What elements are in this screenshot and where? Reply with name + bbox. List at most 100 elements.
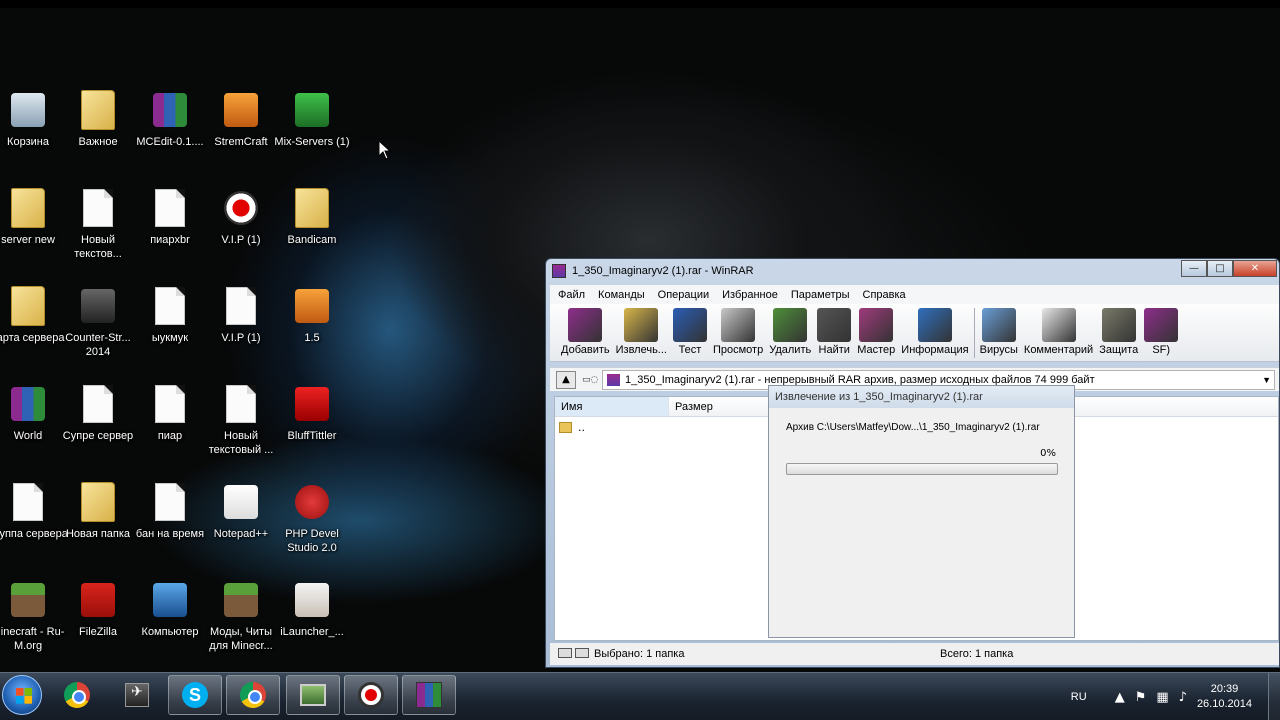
taskbar-winrar[interactable] — [402, 675, 456, 715]
extract-dialog[interactable]: Извлечение из 1_350_Imaginaryv2 (1).rar … — [768, 385, 1075, 638]
folder-icon-glyph — [81, 482, 115, 522]
desktop-icon[interactable]: MCEdit-0.1.... — [132, 88, 208, 178]
desktop-icon[interactable]: Корзина — [0, 88, 66, 178]
desktop-icon[interactable]: Компьютер — [132, 578, 208, 668]
desktop-icon[interactable]: пиар — [132, 382, 208, 472]
desktop-icon[interactable]: iLauncher_... — [274, 578, 350, 668]
maximize-button[interactable]: □ — [1207, 260, 1233, 277]
desktop-icon[interactable]: server new — [0, 186, 66, 276]
menu-operations[interactable]: Операции — [658, 289, 709, 301]
network-icon[interactable]: ▦ — [1156, 690, 1168, 705]
menu-commands[interactable]: Команды — [598, 289, 645, 301]
folder-icon — [78, 88, 118, 132]
desktop-icon-label: iLauncher_... — [280, 626, 344, 638]
winrar-icon — [552, 264, 566, 278]
desktop-icon[interactable]: Важное — [60, 88, 136, 178]
toolbar-button[interactable]: Вирусы — [977, 304, 1021, 361]
menu-favorites[interactable]: Избранное — [722, 289, 778, 301]
desktop-icon[interactable]: Notepad++ — [203, 480, 279, 570]
toolbar-button[interactable]: Добавить — [558, 304, 613, 361]
toolbar-button[interactable]: SF) — [1141, 304, 1181, 361]
dialog-title[interactable]: Извлечение из 1_350_Imaginaryv2 (1).rar — [769, 386, 1074, 408]
desktop-icon[interactable]: Моды, Читы для Minecr... — [203, 578, 279, 668]
toolbar-button[interactable]: Просмотр — [710, 304, 766, 361]
folder-icon-glyph — [11, 188, 45, 228]
desktop-icon[interactable]: 1.5 — [274, 284, 350, 374]
taskbar-bandicam[interactable] — [344, 675, 398, 715]
toolbar-icon — [859, 308, 894, 342]
status-selected: Выбрано: 1 папка — [594, 648, 685, 660]
clock[interactable]: 20:39 26.10.2014 — [1197, 682, 1252, 712]
toolbar-button[interactable]: Найти — [814, 304, 854, 361]
taskbar-chrome-2[interactable] — [226, 675, 280, 715]
desktop-icon[interactable]: FileZilla — [60, 578, 136, 668]
text-document-icon — [221, 284, 261, 328]
desktop-icon-label: StremCraft — [214, 136, 268, 148]
desktop-icon[interactable]: V.I.P (1) — [203, 186, 279, 276]
show-hidden-icons[interactable]: ▲ — [1115, 690, 1125, 705]
top-strip — [0, 0, 1280, 8]
start-button[interactable] — [2, 675, 42, 715]
menu-options[interactable]: Параметры — [791, 289, 850, 301]
desktop-icon[interactable]: ыукмук — [132, 284, 208, 374]
toolbar-button[interactable]: Мастер — [854, 304, 898, 361]
computer-icon-glyph — [153, 583, 187, 617]
desktop-icon[interactable]: V.I.P (1) — [203, 284, 279, 374]
desktop-icon[interactable]: Супре сервер — [60, 382, 136, 472]
desktop-icon[interactable]: Counter-Str... 2014 — [60, 284, 136, 374]
desktop-icon[interactable]: StremCraft — [203, 88, 279, 178]
chevron-down-icon[interactable]: ▼ — [1262, 371, 1271, 389]
toolbar-button[interactable]: Информация — [898, 304, 971, 361]
toolbar-label: Комментарий — [1023, 344, 1094, 356]
minimize-button[interactable]: — — [1181, 260, 1207, 277]
toolbar-label: Добавить — [561, 344, 610, 356]
desktop-icon[interactable]: Новая папка — [60, 480, 136, 570]
toolbar-label: SF) — [1152, 344, 1171, 356]
desktop-icon-label: Новый текстов... — [74, 234, 122, 260]
desktop-icon[interactable]: Minecraft - Ru-M.org — [0, 578, 66, 668]
desktop-icon[interactable]: бан на время — [132, 480, 208, 570]
taskbar-skype[interactable]: S — [168, 675, 222, 715]
toolbar-button[interactable]: Защита — [1096, 304, 1141, 361]
toolbar-label: Вирусы — [979, 344, 1018, 356]
folder-icon — [559, 421, 572, 433]
desktop-icon-label: Моды, Читы для Minecr... — [209, 626, 273, 652]
desktop-icon[interactable]: карта сервера — [0, 284, 66, 374]
menu-file[interactable]: Файл — [558, 289, 585, 301]
window-titlebar[interactable]: 1_350_Imaginaryv2 (1).rar - WinRAR — [546, 259, 1279, 283]
column-name[interactable]: Имя — [555, 397, 669, 416]
desktop-icon[interactable]: Новый текстовый ... — [203, 382, 279, 472]
show-desktop-button[interactable] — [1268, 673, 1280, 720]
toolbar-button[interactable]: Удалить — [766, 304, 814, 361]
taskbar-server[interactable] — [286, 675, 340, 715]
desktop-icon-label: 1.5 — [304, 332, 320, 344]
desktop-icon[interactable]: Группа сервера — [0, 480, 68, 570]
toolbar-icon — [624, 308, 659, 342]
toolbar-button[interactable]: Тест — [670, 304, 710, 361]
taskbar-counter-strike[interactable]: ✈ — [110, 675, 164, 715]
up-folder-button[interactable]: ▲ — [556, 370, 576, 389]
desktop-icon[interactable]: PHP Devel Studio 2.0 — [274, 480, 350, 570]
desktop-icon[interactable]: Bandicam — [274, 186, 350, 276]
toolbar-button[interactable]: Извлечь... — [613, 304, 670, 361]
menu-help[interactable]: Справка — [863, 289, 906, 301]
archive-path: Архив C:\Users\Matfey\Dow...\1_350_Imagi… — [786, 422, 1040, 433]
language-indicator[interactable]: RU — [1071, 691, 1087, 703]
list-item-name: .. — [578, 420, 585, 434]
taskbar-chrome[interactable] — [50, 675, 104, 715]
desktop-icon[interactable]: Новый текстов... — [60, 186, 136, 276]
volume-icon[interactable]: ♪ — [1179, 690, 1187, 705]
toolbar-button[interactable]: Комментарий — [1021, 304, 1096, 361]
window-controls: — □ ✕ — [1181, 260, 1277, 277]
skype-icon: S — [182, 682, 208, 708]
action-center-icon[interactable]: ⚑ — [1135, 690, 1147, 705]
close-button[interactable]: ✕ — [1233, 260, 1277, 277]
archive-icon — [607, 373, 620, 386]
drive-icon[interactable]: ▭◌ — [582, 375, 598, 385]
desktop-icon[interactable]: BluffTittler — [274, 382, 350, 472]
text-document-icon-glyph — [155, 385, 185, 423]
desktop-icon[interactable]: Mix-Servers (1) — [274, 88, 350, 178]
desktop-icon[interactable]: пиарxbr — [132, 186, 208, 276]
column-size[interactable]: Размер — [669, 397, 769, 416]
desktop-icon[interactable]: World — [0, 382, 66, 472]
